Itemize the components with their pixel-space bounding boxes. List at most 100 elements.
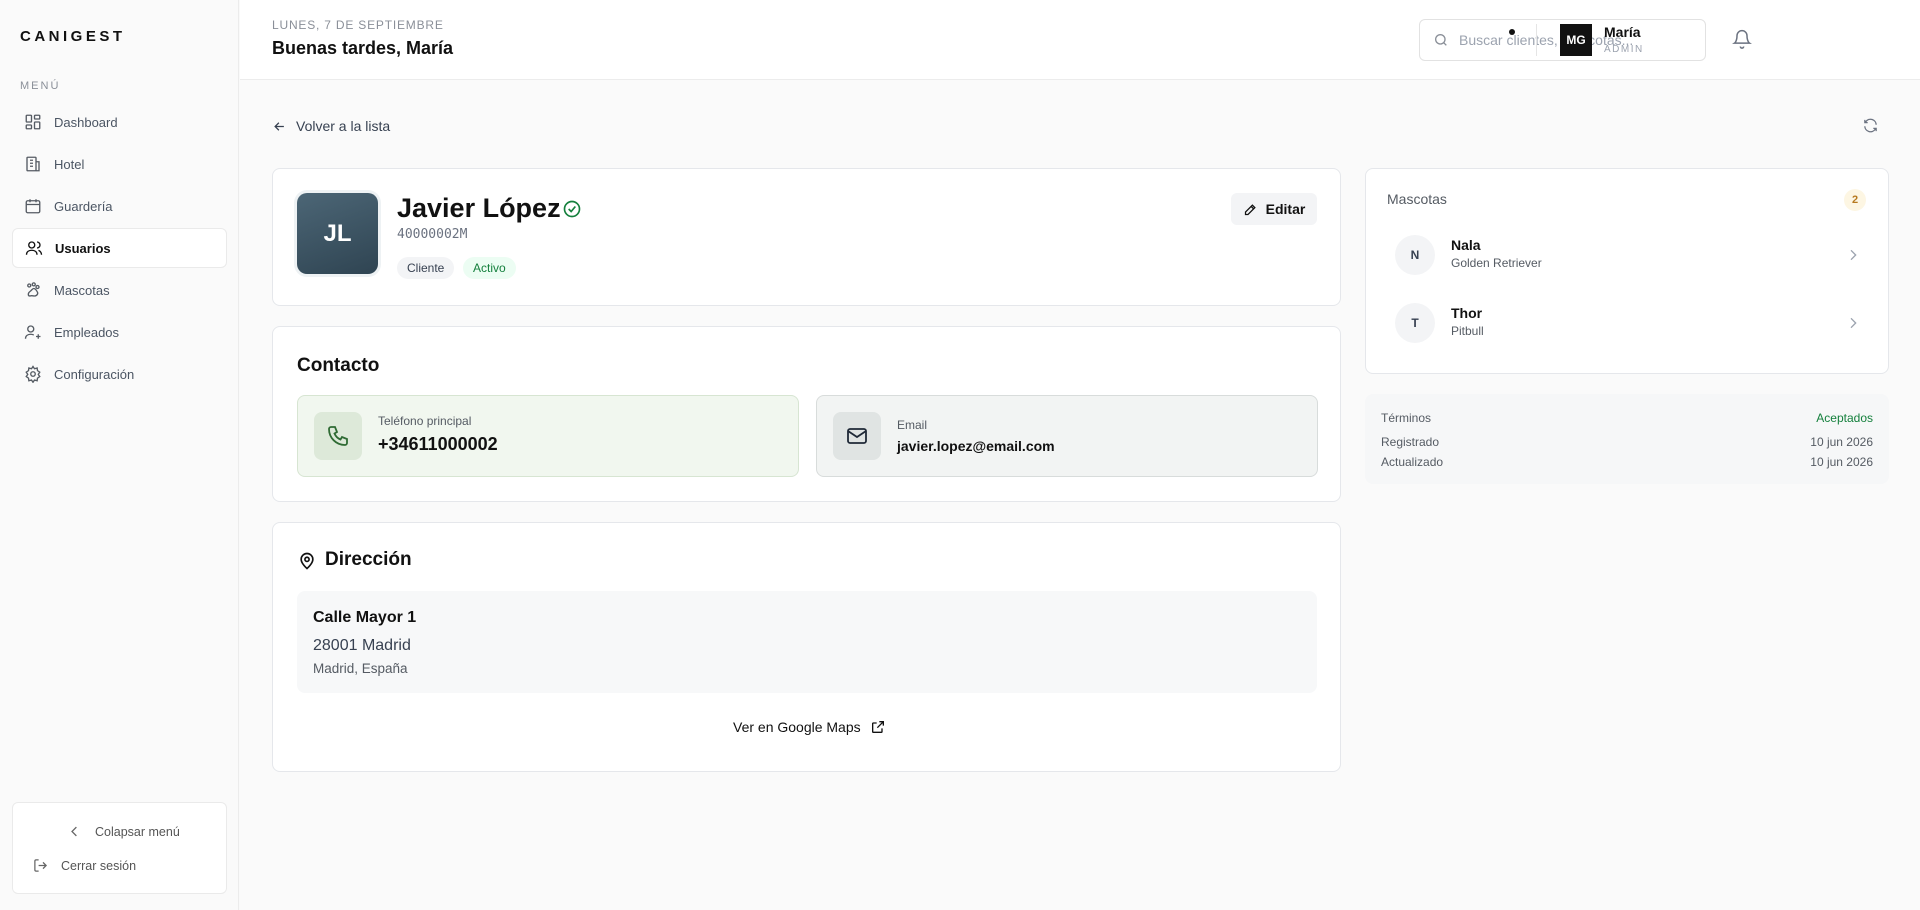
pets-title: Mascotas <box>1387 191 1447 207</box>
collapse-menu-button[interactable]: Colapsar menú <box>67 815 180 848</box>
logout-button[interactable]: Cerrar sesión <box>33 849 136 882</box>
email-label: Email <box>897 418 928 432</box>
user-role: ADMIN <box>1604 44 1644 55</box>
client-profile-card: JL Javier López 40000002M Cliente Activo… <box>272 168 1341 306</box>
pencil-icon <box>1243 202 1258 217</box>
users-icon <box>25 239 43 257</box>
sidebar-item-label: Empleados <box>54 324 120 340</box>
updated-row: Actualizado 10 jun 2026 <box>1381 455 1873 469</box>
current-date: LUNES, 7 DE SEPTIEMBRE <box>272 18 444 32</box>
sidebar-item-configuracion[interactable]: Configuración <box>12 354 227 394</box>
sidebar-item-usuarios[interactable]: Usuarios <box>12 228 227 268</box>
mail-icon <box>833 412 881 460</box>
sidebar-footer: Colapsar menú Cerrar sesión <box>12 802 227 894</box>
address-postal-city: 28001 Madrid <box>313 637 411 654</box>
employees-icon <box>24 323 42 341</box>
dashboard-icon <box>24 113 42 131</box>
contact-card: Contacto Teléfono principal +34611000002… <box>272 326 1341 502</box>
phone-value: +34611000002 <box>378 434 498 454</box>
paw-icon <box>24 281 42 299</box>
hotel-icon <box>24 155 42 173</box>
logout-label: Cerrar sesión <box>61 858 137 873</box>
client-dni: 40000002M <box>397 227 468 242</box>
pets-card: Mascotas 2 N Nala Golden Retriever T Tho… <box>1365 168 1889 374</box>
pet-row-nala[interactable]: N Nala Golden Retriever <box>1387 225 1869 285</box>
updated-label: Actualizado <box>1381 455 1444 469</box>
user-avatar[interactable]: MG <box>1560 24 1592 56</box>
email-value: javier.lopez@email.com <box>897 438 1055 454</box>
terms-row: Términos Aceptados <box>1381 411 1873 425</box>
status-badge: Activo <box>463 257 516 279</box>
map-pin-icon <box>297 551 317 571</box>
contact-title: Contacto <box>297 355 380 376</box>
chevron-right-icon <box>1845 247 1861 263</box>
pet-breed: Golden Retriever <box>1451 256 1542 270</box>
back-to-list-link[interactable]: Volver a la lista <box>272 118 390 134</box>
google-maps-link[interactable]: Ver en Google Maps <box>733 719 886 735</box>
phone-label: Teléfono principal <box>378 414 472 428</box>
sidebar-item-mascotas[interactable]: Mascotas <box>12 270 227 310</box>
address-street: Calle Mayor 1 <box>313 609 417 626</box>
client-name: Javier López <box>397 193 561 223</box>
registered-label: Registrado <box>1381 435 1440 449</box>
sidebar-item-label: Guardería <box>54 198 113 214</box>
address-title: Dirección <box>325 549 412 570</box>
calendar-icon <box>24 197 42 215</box>
maps-link-label: Ver en Google Maps <box>733 719 861 735</box>
terms-label: Términos <box>1381 411 1432 425</box>
address-card: Dirección Calle Mayor 1 28001 Madrid Mad… <box>272 522 1341 772</box>
sidebar-item-empleados[interactable]: Empleados <box>12 312 227 352</box>
sidebar-item-label: Dashboard <box>54 114 118 130</box>
header-divider <box>1536 24 1537 56</box>
menu-section-label: MENÚ <box>20 80 61 92</box>
verified-check-icon <box>562 199 582 219</box>
sidebar: CANIGEST MENÚ Dashboard Hotel Guardería … <box>0 0 239 910</box>
chevron-right-icon <box>1845 315 1861 331</box>
address-box: Calle Mayor 1 28001 Madrid Madrid, Españ… <box>297 591 1317 693</box>
sidebar-item-label: Configuración <box>54 366 135 382</box>
pet-breed: Pitbull <box>1451 324 1484 338</box>
refresh-button[interactable] <box>1862 117 1880 135</box>
refresh-icon <box>1862 117 1880 134</box>
brand-logo: CANIGEST <box>20 28 126 45</box>
phone-icon <box>314 412 362 460</box>
edit-label: Editar <box>1265 201 1306 217</box>
sidebar-item-guarderia[interactable]: Guardería <box>12 186 227 226</box>
notifications-button[interactable] <box>1732 29 1754 51</box>
greeting: Buenas tardes, María <box>272 38 454 58</box>
pet-avatar: T <box>1395 303 1435 343</box>
sidebar-item-dashboard[interactable]: Dashboard <box>12 102 227 142</box>
sidebar-nav: Dashboard Hotel Guardería Usuarios Masco… <box>12 102 227 396</box>
pet-row-thor[interactable]: T Thor Pitbull <box>1387 293 1869 353</box>
arrow-left-icon <box>272 119 287 134</box>
external-link-icon <box>870 719 886 735</box>
collapse-menu-label: Colapsar menú <box>95 824 180 839</box>
search-icon <box>1433 32 1449 48</box>
bell-icon <box>1732 29 1754 49</box>
sidebar-item-label: Usuarios <box>55 240 111 256</box>
address-region: Madrid, España <box>313 661 408 676</box>
phone-box[interactable]: Teléfono principal +34611000002 <box>297 395 799 477</box>
client-avatar: JL <box>297 193 378 274</box>
back-label: Volver a la lista <box>296 118 391 134</box>
gear-icon <box>24 365 42 383</box>
pet-name: Thor <box>1451 305 1483 321</box>
registered-row: Registrado 10 jun 2026 <box>1381 435 1873 449</box>
terms-value: Aceptados <box>1816 411 1873 425</box>
client-meta: Términos Aceptados Registrado 10 jun 202… <box>1365 394 1889 484</box>
user-name: María <box>1604 24 1641 40</box>
notification-dot <box>1509 29 1515 35</box>
sidebar-item-label: Mascotas <box>54 282 110 298</box>
sidebar-item-hotel[interactable]: Hotel <box>12 144 227 184</box>
sidebar-item-label: Hotel <box>54 156 85 172</box>
chevron-left-icon <box>67 824 82 839</box>
edit-button[interactable]: Editar <box>1231 193 1317 225</box>
email-box[interactable]: Email javier.lopez@email.com <box>816 395 1318 477</box>
registered-value: 10 jun 2026 <box>1810 435 1873 449</box>
logout-icon <box>33 858 48 873</box>
updated-value: 10 jun 2026 <box>1810 455 1873 469</box>
pet-name: Nala <box>1451 237 1481 253</box>
role-badge: Cliente <box>397 257 455 279</box>
pet-avatar: N <box>1395 235 1435 275</box>
pets-count-badge: 2 <box>1844 189 1866 211</box>
